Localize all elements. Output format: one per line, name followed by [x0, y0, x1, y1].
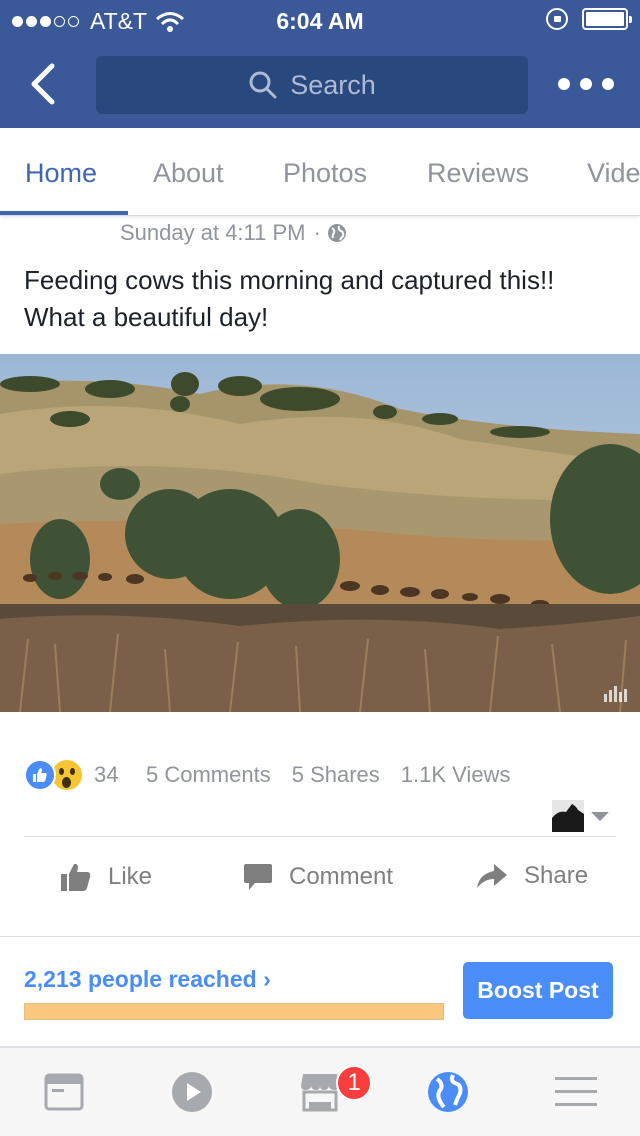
- search-placeholder: Search: [290, 69, 376, 100]
- tab-home[interactable]: Home: [25, 158, 97, 189]
- ellipsis-dot: [558, 78, 570, 90]
- reaction-count: 34: [94, 762, 119, 787]
- globe-icon: [428, 1072, 468, 1112]
- ellipsis-dot: [580, 78, 592, 90]
- meta-separator: ·: [313, 220, 321, 245]
- video-icon: [172, 1072, 212, 1112]
- search-icon: [249, 71, 277, 99]
- globe-icon: [327, 224, 346, 242]
- news-feed-icon: [44, 1073, 84, 1111]
- shares-count[interactable]: 5 Shares: [292, 762, 380, 788]
- reach-progress-bar: [24, 1003, 444, 1020]
- tab-reviews[interactable]: Reviews: [427, 158, 529, 189]
- like-reaction-icon: [24, 759, 56, 791]
- post-meta: Sunday at 4:11 PM ·: [120, 220, 347, 246]
- post-timestamp[interactable]: Sunday at 4:11 PM: [120, 220, 306, 246]
- boost-post-button[interactable]: Boost Post: [463, 962, 613, 1019]
- chevron-left-icon: [31, 63, 55, 105]
- ellipsis-dot: [602, 78, 614, 90]
- chevron-right-icon: ›: [263, 966, 271, 992]
- news-feed-tab[interactable]: [42, 1070, 86, 1114]
- back-button[interactable]: [24, 60, 64, 108]
- divider: [0, 936, 640, 937]
- thumbs-up-icon: [61, 863, 91, 891]
- post-actions: Like Comment Share: [0, 848, 640, 908]
- top-header: AT&T 6:04 AM Search: [0, 0, 640, 128]
- share-arrow-icon: [477, 864, 507, 888]
- video-tab[interactable]: [170, 1070, 214, 1114]
- menu-icon: [555, 1077, 597, 1106]
- tab-about[interactable]: About: [153, 158, 224, 189]
- share-button[interactable]: Share: [476, 862, 588, 890]
- battery-icon: [582, 8, 632, 30]
- landscape-image: [0, 354, 640, 712]
- chevron-down-icon: [591, 811, 609, 821]
- post-video[interactable]: [0, 354, 640, 712]
- views-count[interactable]: 1.1K Views: [401, 762, 511, 788]
- notification-badge: 1: [336, 1065, 372, 1101]
- active-tab-indicator: [0, 211, 128, 215]
- people-reached-link[interactable]: 2,213 people reached ›: [24, 966, 271, 993]
- status-right: [546, 8, 632, 30]
- bottom-tab-bar: [0, 1048, 640, 1136]
- marketplace-tab[interactable]: [298, 1070, 342, 1114]
- posting-as-selector[interactable]: [552, 800, 609, 832]
- comments-count[interactable]: 5 Comments: [146, 762, 271, 788]
- people-reached-text: 2,213 people reached: [24, 966, 257, 992]
- status-bar: AT&T 6:04 AM: [0, 0, 640, 40]
- status-time: 6:04 AM: [276, 8, 364, 34]
- divider: [24, 836, 616, 837]
- tab-videos[interactable]: Vide: [587, 158, 640, 189]
- like-label: Like: [108, 863, 153, 890]
- tab-photos[interactable]: Photos: [283, 158, 367, 189]
- search-input[interactable]: Search: [96, 56, 528, 114]
- comment-button[interactable]: Comment: [243, 862, 393, 892]
- engagement-stats: 5 Comments 5 Shares 1.1K Views: [146, 762, 531, 788]
- more-options-button[interactable]: [558, 68, 614, 100]
- page-tabs: Home About Photos Reviews Vide: [0, 128, 640, 216]
- reaction-summary[interactable]: 34: [24, 758, 118, 792]
- explore-tab[interactable]: [426, 1070, 470, 1114]
- comment-icon: [244, 864, 272, 890]
- comment-label: Comment: [289, 863, 394, 890]
- avatar: [552, 800, 584, 832]
- reach-progress-fill: [25, 1004, 443, 1019]
- menu-tab[interactable]: [554, 1070, 598, 1114]
- marketplace-icon: [301, 1074, 339, 1112]
- like-button[interactable]: Like: [60, 862, 152, 892]
- orientation-lock-icon: [546, 8, 568, 30]
- post-text: Feeding cows this morning and captured t…: [24, 265, 555, 332]
- share-label: Share: [524, 862, 589, 889]
